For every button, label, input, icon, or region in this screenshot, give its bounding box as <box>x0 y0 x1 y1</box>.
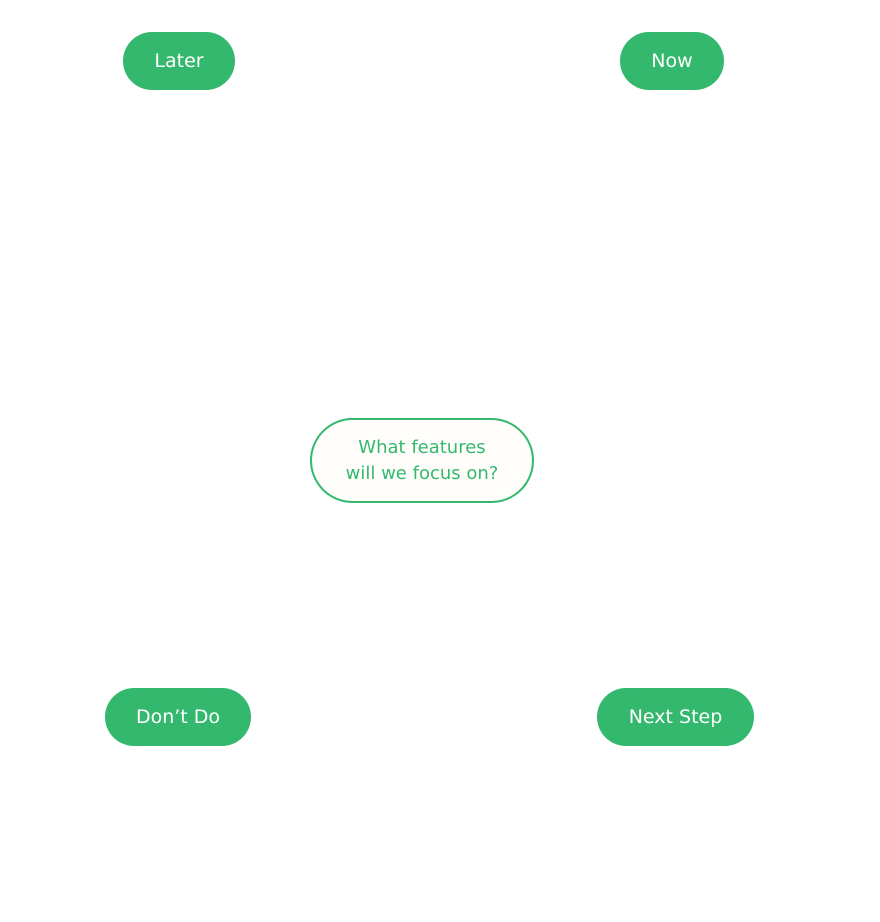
next-step-label[interactable]: Next Step <box>597 688 754 746</box>
later-label[interactable]: Later <box>123 32 235 90</box>
central-question-line-1: What features <box>358 436 486 458</box>
central-question-line-2: will we focus on? <box>345 462 499 484</box>
dont-do-label[interactable]: Don’t Do <box>105 688 251 746</box>
now-label[interactable]: Now <box>620 32 724 90</box>
central-question: What features will we focus on? <box>310 418 534 503</box>
